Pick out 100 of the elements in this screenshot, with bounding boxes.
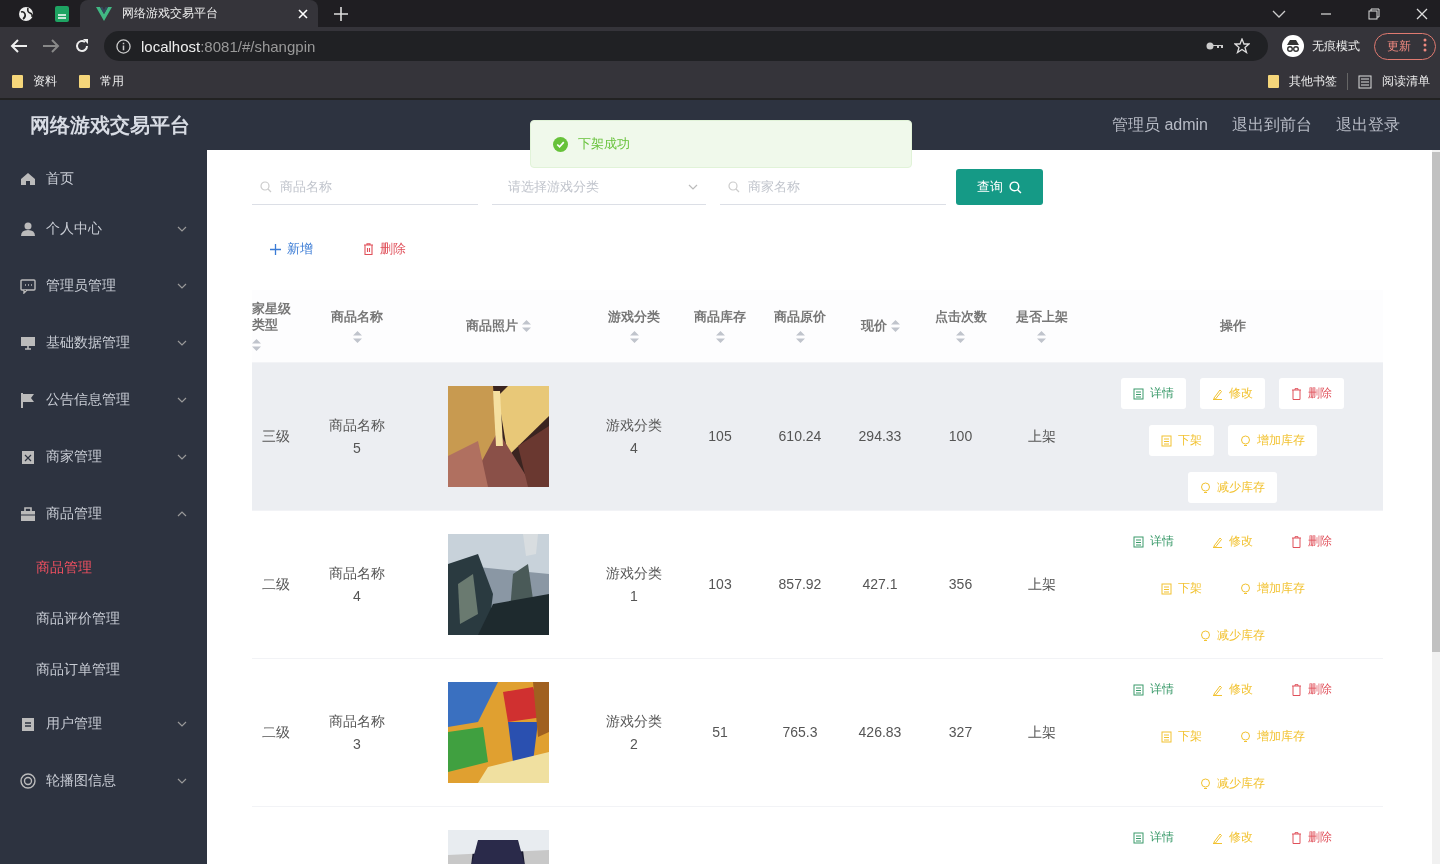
clipboard-icon	[20, 715, 36, 732]
sidebar-item[interactable]: 轮播图信息	[0, 752, 207, 809]
document-icon	[1133, 831, 1144, 844]
document-icon	[1160, 582, 1172, 595]
sidebar-item[interactable]: 首页	[0, 158, 207, 200]
sidebar-subitem[interactable]: 商品订单管理	[0, 644, 207, 695]
search-icon	[728, 180, 740, 193]
back-icon[interactable]	[10, 38, 28, 54]
close-icon[interactable]	[1416, 7, 1428, 20]
table-cell-text: 商品名称5	[328, 415, 386, 458]
table-cell-text: 294.33	[858, 427, 902, 446]
sidebar-item[interactable]: 基础数据管理	[0, 314, 207, 371]
table-row[interactable]: 二级 商品名称3 游戏分类2 51 765.3 426.83 327 上架 详情 修改 删除 下架 增加库存 减少库存	[252, 658, 1383, 806]
table-cell-text: 327	[948, 723, 973, 742]
header-link[interactable]: 管理员 admin	[1111, 114, 1208, 136]
restore-icon[interactable]	[1368, 7, 1380, 20]
table-cell-text: 51	[712, 723, 728, 742]
reading-list-link[interactable]: 阅读清单	[1347, 73, 1430, 90]
key-icon[interactable]	[1206, 41, 1224, 51]
star-icon[interactable]	[1234, 38, 1250, 54]
column-header[interactable]: 商品库存	[680, 290, 760, 362]
column-header[interactable]: 游戏分类	[588, 290, 680, 362]
document-icon	[1133, 387, 1144, 400]
info-icon	[116, 38, 131, 54]
bulb-icon	[1200, 629, 1211, 642]
column-header[interactable]: 是否上架	[1001, 290, 1082, 362]
incognito-button[interactable]: 无痕模式	[1282, 35, 1360, 57]
delete-button[interactable]: 删除	[1279, 674, 1344, 705]
bulb-icon	[1239, 582, 1251, 595]
sidebar-item[interactable]: 个人中心	[0, 200, 207, 257]
category-select[interactable]: 请选择游戏分类	[506, 178, 682, 195]
table-cell-text: 857.92	[778, 575, 822, 594]
reload-icon[interactable]	[74, 38, 90, 54]
incognito-icon	[1282, 35, 1304, 57]
chevron-down-icon[interactable]	[1272, 8, 1286, 19]
column-header[interactable]: 商品原价	[760, 290, 840, 362]
detail-button[interactable]: 详情	[1121, 822, 1186, 853]
delete-button[interactable]: 删除	[1279, 378, 1344, 409]
column-header[interactable]: 家星级类型	[252, 290, 305, 362]
table-cell: 三级	[262, 427, 290, 446]
bookmark-link[interactable]: 其他书签	[1268, 73, 1337, 90]
sidebar-item[interactable]: 公告信息管理	[0, 371, 207, 428]
document-icon	[1133, 535, 1144, 548]
column-header[interactable]: 商品名称	[305, 290, 409, 362]
table-cell-text: 356	[948, 575, 973, 594]
column-header[interactable]: 现价	[840, 290, 920, 362]
document-icon	[1160, 730, 1172, 743]
column-header[interactable]: 点击次数	[920, 290, 1001, 362]
table-cell: 二级	[262, 723, 290, 742]
document-icon	[1133, 683, 1144, 696]
table-cell-text: 游戏分类4	[605, 415, 663, 458]
chevron-down-icon	[688, 183, 698, 190]
v-logo-icon	[96, 6, 112, 21]
search-field[interactable]: 商家名称	[746, 178, 938, 195]
address-field[interactable]: localhost:8081/#/shangpin	[104, 31, 1268, 61]
briefcase-icon	[20, 505, 36, 522]
table-row[interactable]: 三级 商品名称5 游戏分类4 105 610.24 294.33 100 上架 详情 修改 删除 下架 增加库存 减少库存	[252, 362, 1383, 510]
forward-icon[interactable]	[42, 38, 60, 54]
add-button[interactable]: 新增	[260, 236, 323, 262]
new-tab-icon[interactable]	[334, 6, 348, 21]
header-link[interactable]: 退出到前台	[1232, 114, 1312, 136]
search-field[interactable]: 商品名称	[278, 178, 470, 195]
toast-message: 下架成功	[578, 135, 630, 153]
chevron-down-icon	[177, 396, 187, 403]
table-row[interactable]: 详情 修改 删除	[252, 806, 1383, 864]
table-cell-text: 游戏分类1	[605, 563, 663, 606]
bookmark-link[interactable]: 资料	[12, 73, 57, 90]
table-cell-text: 765.3	[782, 723, 818, 742]
scrollbar[interactable]	[1432, 150, 1440, 864]
bulb-icon	[1200, 481, 1211, 494]
table-cell: 二级	[262, 575, 290, 594]
detail-button[interactable]: 详情	[1121, 378, 1186, 409]
bookmark-link[interactable]: 常用	[79, 73, 124, 90]
delete-button[interactable]: 删除	[1279, 526, 1344, 557]
user-icon	[20, 220, 36, 237]
shop-icon	[20, 448, 36, 465]
delete-button[interactable]: 删除	[1279, 822, 1344, 853]
pencil-icon	[1212, 831, 1223, 844]
plus-icon	[270, 243, 281, 255]
chevron-down-icon	[177, 339, 187, 346]
query-button[interactable]: 查询	[956, 169, 1043, 205]
delete-button[interactable]: 删除	[353, 236, 416, 262]
column-header[interactable]: 商品照片	[409, 290, 588, 362]
sidebar-subitem[interactable]: 商品评价管理	[0, 593, 207, 644]
pencil-icon	[1212, 683, 1223, 696]
sidebar-item[interactable]: 用户管理	[0, 695, 207, 752]
sidebar-item[interactable]: 管理员管理	[0, 257, 207, 314]
detail-button[interactable]: 详情	[1121, 526, 1186, 557]
chevron-down-icon	[177, 453, 187, 460]
header-link[interactable]: 退出登录	[1336, 114, 1400, 136]
flag-icon	[20, 391, 36, 408]
sidebar-item[interactable]: 商家管理	[0, 428, 207, 485]
detail-button[interactable]: 详情	[1121, 674, 1186, 705]
trash-icon	[1291, 387, 1302, 400]
chevron-up-icon	[177, 510, 187, 517]
sidebar-item[interactable]: 商品管理	[0, 485, 207, 542]
table-row[interactable]: 二级 商品名称4 游戏分类1 103 857.92 427.1 356 上架 详情 修改 删除 下架 增加库存 减少库存	[252, 510, 1383, 658]
browser-tab[interactable]: 网络游戏交易平台	[80, 0, 318, 27]
table-cell-text: 上架	[1027, 723, 1056, 742]
sidebar-subitem[interactable]: 商品管理	[0, 542, 207, 593]
